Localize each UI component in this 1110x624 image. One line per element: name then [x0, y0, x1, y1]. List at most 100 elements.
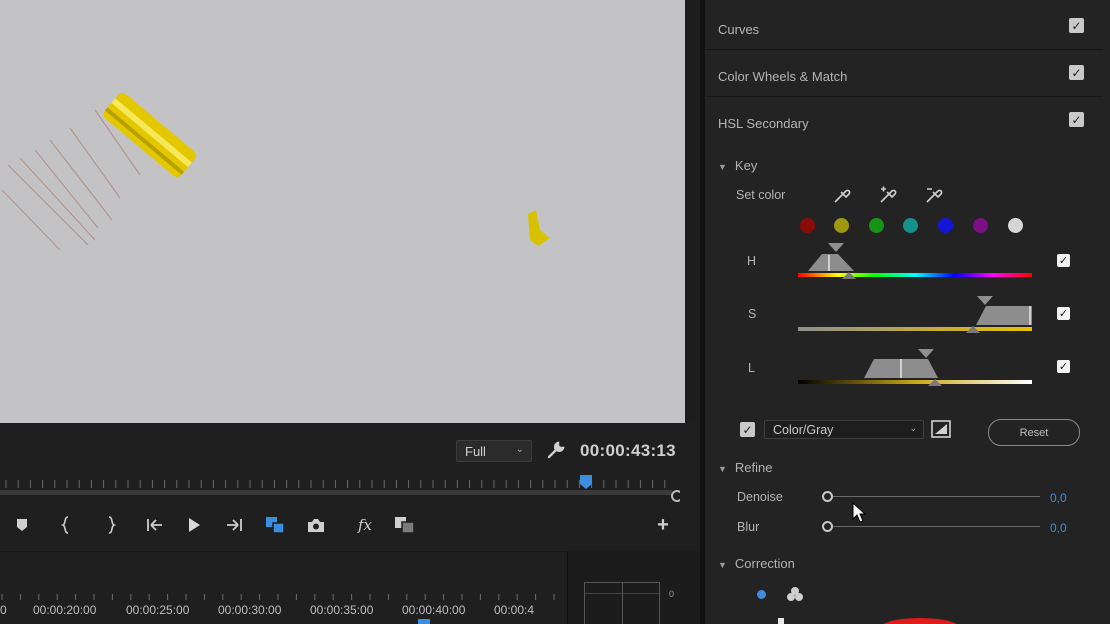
go-to-out-button[interactable]	[222, 513, 246, 537]
section-enable-checkbox[interactable]: ✓	[1069, 65, 1084, 80]
go-to-in-icon	[147, 519, 162, 531]
mark-out-button[interactable]	[99, 513, 123, 537]
audio-meter-panel: 0	[567, 551, 700, 624]
single-wheel-mode-icon[interactable]	[757, 590, 766, 599]
add-marker-button[interactable]	[10, 513, 34, 537]
hue-enable-checkbox[interactable]: ✓	[1057, 254, 1070, 267]
wrench-icon[interactable]	[546, 440, 566, 460]
section-hsl-secondary[interactable]: HSL Secondary ✓	[705, 98, 1103, 144]
color-swatch-cyan[interactable]	[903, 218, 918, 233]
scrub-end-handle[interactable]	[671, 490, 680, 502]
add-button[interactable]: +	[651, 513, 675, 537]
camera-icon	[308, 518, 324, 532]
invert-mask-icon[interactable]	[931, 420, 951, 438]
color-swatch-green[interactable]	[869, 218, 884, 233]
color-swatch-blue[interactable]	[938, 218, 953, 233]
program-monitor-viewer[interactable]	[0, 0, 685, 423]
go-to-out-icon	[227, 519, 242, 531]
saturation-top-handle[interactable]	[977, 296, 993, 305]
saturation-range-slider[interactable]	[796, 294, 1036, 336]
mark-in-button[interactable]	[54, 513, 78, 537]
section-enable-checkbox[interactable]: ✓	[1069, 112, 1084, 127]
timeline-time-label: 00:00:20:00	[33, 603, 97, 617]
chevron-down-icon: ▼	[718, 162, 727, 172]
blur-label: Blur	[737, 520, 760, 534]
color-swatch-magenta[interactable]	[973, 218, 988, 233]
lightness-top-handle[interactable]	[918, 349, 934, 358]
timeline-time-label: 00:00:35:00	[310, 603, 374, 617]
chevron-down-icon: ▼	[718, 464, 727, 474]
timeline-time-label: 00:00:40:00	[402, 603, 466, 617]
section-color-wheels[interactable]: Color Wheels & Match ✓	[705, 51, 1103, 97]
timeline-time-label: 00:00:30:00	[218, 603, 282, 617]
saturation-enable-checkbox[interactable]: ✓	[1057, 307, 1070, 320]
refine-heading: Refine	[734, 460, 773, 475]
blur-slider-knob[interactable]	[822, 521, 833, 532]
hue-range-slider[interactable]	[796, 240, 1036, 282]
fx-button[interactable]: fx	[353, 513, 377, 537]
meter-scale-label: 0	[669, 589, 675, 599]
playhead-timecode[interactable]: 00:00:43:13	[580, 441, 676, 461]
play-button[interactable]	[182, 513, 206, 537]
export-frame-button[interactable]	[304, 513, 328, 537]
zoom-level-value: Full	[465, 444, 486, 459]
color-swatch-white[interactable]	[1008, 218, 1023, 233]
section-title: Curves	[718, 22, 760, 37]
denoise-label: Denoise	[737, 490, 783, 504]
section-title: Color Wheels & Match	[718, 69, 848, 84]
lightness-label: L	[748, 361, 755, 375]
reset-button[interactable]: Reset	[988, 419, 1080, 446]
mark-out-icon	[108, 516, 116, 534]
correction-subsection-header[interactable]: ▼ Correction	[718, 556, 795, 571]
monitor-scrub-bar[interactable]	[0, 472, 680, 502]
timeline-ruler[interactable]	[0, 590, 565, 602]
plus-icon: +	[657, 513, 669, 536]
hue-label: H	[747, 254, 757, 268]
timeline-playhead[interactable]	[418, 619, 430, 624]
show-mask-checkbox[interactable]: ✓	[740, 422, 755, 437]
key-subsection-header[interactable]: ▼ Key	[718, 158, 757, 173]
playhead-marker[interactable]	[580, 475, 592, 489]
audio-meter-box	[584, 582, 661, 624]
saturation-label: S	[748, 307, 757, 321]
set-color-label: Set color	[736, 188, 786, 202]
refine-subsection-header[interactable]: ▼ Refine	[718, 460, 773, 475]
chevron-down-icon: ⌄	[909, 423, 917, 433]
video-frame	[1, 93, 550, 251]
color-swatch-red[interactable]	[800, 218, 815, 233]
blur-value[interactable]: 0,0	[1050, 521, 1067, 535]
correction-heading: Correction	[734, 556, 795, 571]
chevron-down-icon: ▼	[718, 560, 727, 570]
blur-slider-track[interactable]	[833, 526, 1040, 527]
go-to-in-button[interactable]	[143, 513, 167, 537]
lightness-range-slider[interactable]	[796, 347, 1036, 389]
comparison-icon	[266, 517, 285, 534]
comparison-view-button[interactable]	[263, 513, 287, 537]
mask-preview-value: Color/Gray	[773, 423, 834, 437]
section-curves[interactable]: Curves ✓	[705, 4, 1103, 50]
fx-icon: fx	[357, 516, 372, 534]
three-wheel-mode-icon[interactable]	[786, 586, 804, 603]
mask-preview-dropdown[interactable]: Color/Gray ⌄	[764, 420, 924, 439]
denoise-value[interactable]: 0,0	[1050, 491, 1067, 505]
wheel-marker	[778, 618, 784, 624]
mark-in-icon	[61, 516, 69, 534]
multicam-icon	[395, 517, 415, 534]
eyedropper-subtract-icon[interactable]	[925, 186, 943, 204]
multicam-button[interactable]	[393, 513, 417, 537]
zoom-level-dropdown[interactable]: Full ⌄	[456, 440, 532, 462]
eyedropper-icon[interactable]	[833, 186, 851, 204]
marker-icon	[17, 519, 27, 531]
denoise-slider-track[interactable]	[833, 496, 1040, 497]
hue-top-handle[interactable]	[828, 243, 844, 252]
timeline-time-label: 00:00:25:00	[126, 603, 190, 617]
section-enable-checkbox[interactable]: ✓	[1069, 18, 1084, 33]
mouse-cursor-icon	[852, 502, 866, 523]
reset-label: Reset	[1019, 427, 1049, 439]
section-title: HSL Secondary	[718, 116, 809, 131]
timeline-time-label: 00:00:4	[494, 603, 535, 617]
color-swatch-yellow[interactable]	[834, 218, 849, 233]
lightness-enable-checkbox[interactable]: ✓	[1057, 360, 1070, 373]
denoise-slider-knob[interactable]	[822, 491, 833, 502]
eyedropper-add-icon[interactable]	[879, 186, 897, 204]
